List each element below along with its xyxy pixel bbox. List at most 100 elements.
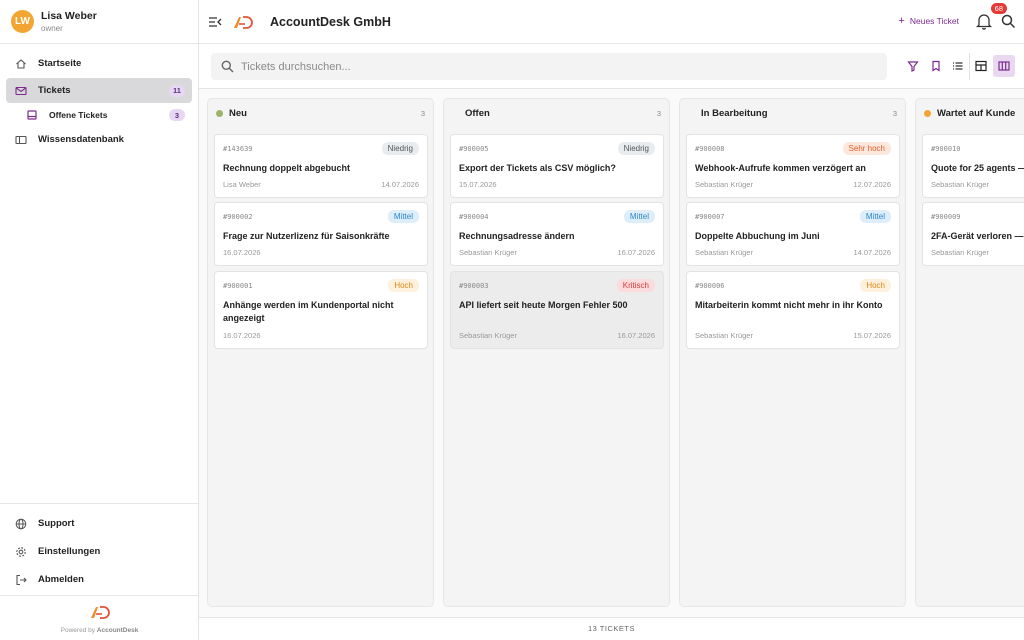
ticket-person: Lisa Weber [223, 180, 261, 189]
saved-views-button[interactable] [925, 55, 947, 77]
notifications-bell-icon[interactable] [975, 13, 993, 30]
user-name: Lisa Weber [41, 9, 97, 22]
sidebar-item-offene-tickets[interactable]: Offene Tickets 3 [6, 105, 192, 125]
ticket-card[interactable]: #143639 Niedrig Rechnung doppelt abgebucht… [214, 134, 428, 198]
sidebar-item-tickets[interactable]: Tickets 11 [6, 78, 192, 103]
filter-button[interactable] [902, 55, 924, 77]
bookmark-icon [932, 60, 940, 72]
board-view-button[interactable] [993, 55, 1015, 77]
ticket-title: 2FA-Gerät verloren — Z [931, 231, 1024, 241]
priority-badge: Hoch [860, 279, 891, 292]
sidebar-item-wissensdatenbank[interactable]: Wissensdatenbank [6, 127, 192, 152]
globe-icon [15, 518, 27, 530]
priority-badge: Niedrig [381, 142, 419, 155]
ticket-date: 15.07.2026 [853, 331, 891, 340]
main-nav: Startseite Tickets 11 Offene Tickets 3 W… [0, 44, 198, 152]
book-icon [15, 134, 27, 146]
ticket-title: API liefert seit heute Morgen Fehler 500 [459, 300, 628, 310]
ticket-person: Sebastian Krüger [459, 248, 517, 257]
ticket-person: 16.07.2026 [223, 331, 261, 340]
priority-badge: Sehr hoch [842, 142, 891, 155]
ticket-search-input[interactable] [241, 60, 841, 73]
column-header: Offen 3 [444, 99, 669, 127]
table-view-button[interactable] [970, 55, 992, 77]
column-count: 3 [892, 108, 897, 118]
sidebar-item-label: Wissensdatenbank [38, 134, 124, 145]
ticket-card[interactable]: #900007 Mittel Doppelte Abbuchung im Juni S… [686, 202, 900, 266]
ticket-total: 13 TICKETS [199, 617, 1024, 640]
ticket-card[interactable]: #900010 Quote for 25 agents — Z Sebastian … [922, 134, 1024, 198]
powered-brand: AccountDesk [96, 627, 139, 634]
board-column: Neu 3 #143639 Niedrig Rechnung doppelt abgeb… [207, 98, 434, 607]
ticket-card[interactable]: #900006 Hoch Mitarbeiterin kommt nicht meh… [686, 271, 900, 349]
powered-by: Powered by AccountDesk [0, 595, 199, 640]
header-search-icon[interactable] [1001, 14, 1016, 29]
avatar[interactable]: LW [11, 10, 34, 33]
ticket-person: Sebastian Krüger [695, 331, 753, 340]
filter-icon [907, 61, 919, 72]
column-title: Wartet auf Kunde [937, 107, 1016, 119]
sidebar: LW Lisa Weber owner Startseite Tickets 1… [0, 0, 199, 640]
status-dot-icon [688, 110, 695, 117]
status-dot-icon [452, 110, 459, 117]
ticket-id: #900001 [223, 282, 253, 290]
sidebar-item-startseite[interactable]: Startseite [6, 51, 192, 76]
sidebar-item-label: Tickets [38, 85, 71, 96]
ticket-title: Rechnungsadresse ändern [459, 231, 575, 241]
sidebar-item-label: Startseite [38, 58, 82, 69]
menu-collapse-icon[interactable] [208, 16, 222, 28]
ticket-card[interactable]: #900001 Hoch Anhänge werden im Kundenporta… [214, 271, 428, 349]
ticket-date: 16.07.2026 [617, 248, 655, 257]
ticket-card[interactable]: #900005 Niedrig Export der Tickets als CSV… [450, 134, 664, 198]
gear-icon [15, 546, 27, 558]
priority-badge: Niedrig [617, 142, 655, 155]
ticket-card[interactable]: #900008 Sehr hoch Webhook-Aufrufe kommen v… [686, 134, 900, 198]
ticket-title: Quote for 25 agents — Z [931, 163, 1024, 173]
ticket-card[interactable]: #900003 Kritisch API liefert seit heute Mo… [450, 271, 664, 349]
ticket-id: #900003 [459, 282, 489, 290]
ticket-title: Webhook-Aufrufe kommen verzögert an [695, 163, 866, 173]
ticket-title: Frage zur Nutzerlizenz für Saisonkräfte [223, 231, 390, 241]
ticket-person: Sebastian Krüger [459, 331, 517, 340]
priority-badge: Kritisch [616, 279, 655, 292]
home-icon [15, 58, 27, 70]
sidebar-item-support[interactable]: Support [6, 511, 193, 536]
ticket-id: #900005 [459, 145, 489, 153]
sidebar-bottom-nav: Support Einstellungen Abmelden [0, 503, 199, 595]
ticket-id: #900010 [931, 145, 961, 153]
sidebar-item-label: Support [38, 518, 75, 529]
ticket-title: Rechnung doppelt abgebucht [223, 163, 350, 173]
sidebar-item-einstellungen[interactable]: Einstellungen [6, 539, 193, 564]
ticket-id: #900006 [695, 282, 725, 290]
user-profile[interactable]: LW Lisa Weber owner [0, 0, 198, 44]
open-tickets-count-badge: 3 [169, 109, 185, 121]
column-header: Neu 3 [208, 99, 433, 127]
ticket-card[interactable]: #900009 2FA-Gerät verloren — Z Sebastian K… [922, 202, 1024, 266]
notifications-badge: 68 [990, 3, 1007, 14]
priority-badge: Mittel [623, 210, 655, 223]
ticket-id: #900009 [931, 213, 961, 221]
ticket-id: #143639 [223, 145, 253, 153]
board-toolbar [199, 44, 1024, 89]
column-title: Neu [229, 107, 247, 119]
ticket-card[interactable]: #900002 Mittel Frage zur Nutzerlizenz für … [214, 202, 428, 266]
list-view-button[interactable] [947, 55, 969, 77]
ticket-person: Sebastian Krüger [931, 180, 989, 189]
sidebar-item-label: Abmelden [38, 574, 84, 585]
ticket-person: Sebastian Krüger [695, 248, 753, 257]
status-dot-icon [924, 109, 931, 117]
ticket-card[interactable]: #900004 Mittel Rechnungsadresse ändern Seba… [450, 202, 664, 266]
sidebar-item-abmelden[interactable]: Abmelden [6, 567, 193, 592]
user-role: owner [41, 23, 63, 33]
ticket-date: 14.07.2026 [381, 180, 419, 189]
ticket-id: #900008 [695, 145, 725, 153]
ticket-title: Export der Tickets als CSV möglich? [459, 163, 616, 173]
new-ticket-label: Neues Ticket [909, 16, 959, 26]
search-box [211, 53, 887, 80]
new-ticket-button[interactable]: + Neues Ticket [898, 15, 959, 27]
accountdesk-logo-icon [90, 606, 110, 619]
column-count: 3 [656, 108, 661, 118]
table-icon [975, 60, 987, 72]
board-column: Wartet auf Kunde #900010 Quote for 25 agen… [915, 98, 1024, 607]
board-column: Offen 3 #900005 Niedrig Export der Tickets a… [443, 98, 670, 607]
